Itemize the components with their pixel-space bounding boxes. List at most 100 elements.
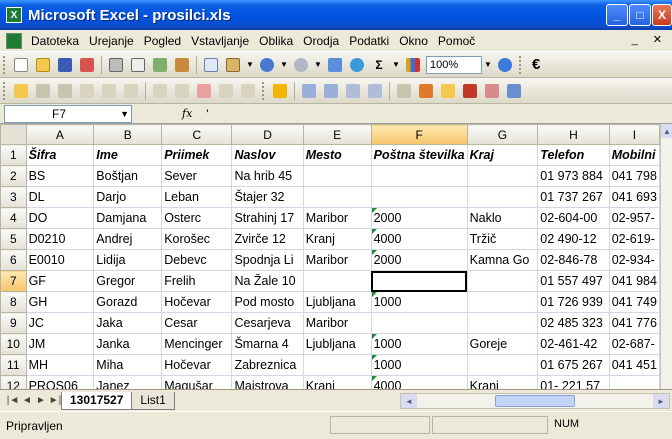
reply-icon[interactable] [99,81,119,101]
column-header[interactable]: F [370,124,468,145]
redo-icon[interactable] [291,55,311,75]
cell[interactable]: Kranj [302,228,372,250]
menu-datoteka[interactable]: Datoteka [26,34,84,48]
cell[interactable]: Maribor [302,312,372,334]
scroll-left-arrow-icon[interactable]: ◄ [401,394,417,408]
cell[interactable]: 02-687- [608,333,660,355]
row-header[interactable]: 2 [0,165,27,187]
cell[interactable]: 1000 [370,354,468,376]
remove-all-arrows-icon[interactable] [365,81,385,101]
cell[interactable] [608,375,660,389]
cell[interactable]: GF [25,270,95,292]
cell[interactable]: BS [25,165,95,187]
name-box[interactable]: F7 ▼ [4,104,132,123]
cell[interactable] [466,270,539,292]
error-check-icon[interactable] [416,81,436,101]
row-header[interactable]: 3 [0,186,27,208]
row-header[interactable]: 9 [0,312,27,334]
chevron-down-icon[interactable]: ▼ [244,56,256,74]
row-header[interactable]: 8 [0,291,27,313]
cell[interactable]: Ljubljana [302,291,372,313]
cell[interactable] [370,186,468,208]
cell[interactable]: Ime [93,144,163,166]
cell[interactable]: 041 693 [608,186,660,208]
cell[interactable]: 041 984 [608,270,660,292]
cell[interactable] [302,270,372,292]
hyperlink-icon[interactable] [325,55,345,75]
cell[interactable]: PROS06 [25,375,95,389]
toolbar-grip[interactable] [3,55,7,74]
cell[interactable]: Hočevar [161,291,233,313]
cell[interactable]: 02-846-78 [537,249,610,271]
cell[interactable]: Kranj [466,375,539,389]
evaluate-formula-icon[interactable] [504,81,524,101]
row-header[interactable]: 6 [0,249,27,271]
cell[interactable]: 01 973 884 [537,165,610,187]
trace-error-icon[interactable] [394,81,414,101]
toolbar-grip[interactable] [519,55,523,74]
menu-pogled[interactable]: Pogled [139,34,186,48]
cell[interactable]: Zvirče 12 [231,228,304,250]
permission-icon[interactable] [77,55,97,75]
research-icon[interactable] [172,55,192,75]
cell[interactable]: Jaka [93,312,163,334]
cell[interactable]: Cesar [161,312,233,334]
first-sheet-icon[interactable]: |◄ [6,395,20,406]
cell[interactable]: Darjo [93,186,163,208]
cell[interactable] [466,354,539,376]
cell[interactable]: GH [25,291,95,313]
cell[interactable]: Goreje [466,333,539,355]
toolbar-grip[interactable] [262,81,266,100]
next-sheet-icon[interactable]: ► [34,395,48,406]
euro-icon[interactable]: € [532,56,540,73]
paste-icon[interactable] [223,55,243,75]
menu-vstavljanje[interactable]: Vstavljanje [186,34,254,48]
cell[interactable]: Na hrib 45 [231,165,304,187]
show-all-icon[interactable] [238,81,258,101]
cell[interactable]: Ljubljana [302,333,372,355]
cell[interactable]: 4000 [370,375,468,389]
formula-input[interactable]: ' [206,107,208,121]
prev-sheet-icon[interactable]: ◄ [20,395,34,406]
copy-icon[interactable] [201,55,221,75]
excel-app-icon[interactable]: X [6,7,22,23]
vertical-scrollbar[interactable]: ▲ [660,124,672,389]
cell[interactable] [370,312,468,334]
cell[interactable]: Strahinj 17 [231,207,304,229]
row-header[interactable]: 4 [0,207,27,229]
folder-icon[interactable] [11,81,31,101]
cell[interactable]: DO [25,207,95,229]
column-header[interactable]: A [25,124,95,145]
cell[interactable]: Tržič [466,228,539,250]
cell[interactable]: Spodnja Li [231,249,304,271]
new-icon[interactable] [11,55,31,75]
cell[interactable]: Gregor [93,270,163,292]
circle-data-icon[interactable] [438,81,458,101]
fill-color-icon[interactable] [270,81,290,101]
help-icon[interactable] [495,55,515,75]
print-icon[interactable] [106,55,126,75]
scroll-up-arrow-icon[interactable]: ▲ [661,124,672,138]
row-header[interactable]: 10 [0,333,27,355]
worksheet-grid[interactable]: A B C D E F G H I 1 Šifra Ime Priimek Naslov… [0,124,660,389]
toolbar-grip[interactable] [3,81,7,100]
minimize-button[interactable]: _ [606,4,628,26]
cell[interactable] [370,165,468,187]
cell[interactable]: Telefon [537,144,610,166]
cell[interactable]: Janez [93,375,163,389]
cell[interactable]: JC [25,312,95,334]
cell[interactable]: MH [25,354,95,376]
horizontal-scrollbar[interactable]: ◄ ► [400,393,670,409]
save-icon[interactable] [55,55,75,75]
accept-icon[interactable] [150,81,170,101]
menu-okno[interactable]: Okno [394,34,433,48]
spelling-icon[interactable] [150,55,170,75]
cell[interactable]: Maribor [302,207,372,229]
remove-arrows-icon[interactable] [343,81,363,101]
cell[interactable]: Frelih [161,270,233,292]
cell[interactable]: Sever [161,165,233,187]
cell[interactable]: 041 749 [608,291,660,313]
cell[interactable]: 02-604-00 [537,207,610,229]
people-icon[interactable] [347,55,367,75]
cell[interactable]: Leban [161,186,233,208]
